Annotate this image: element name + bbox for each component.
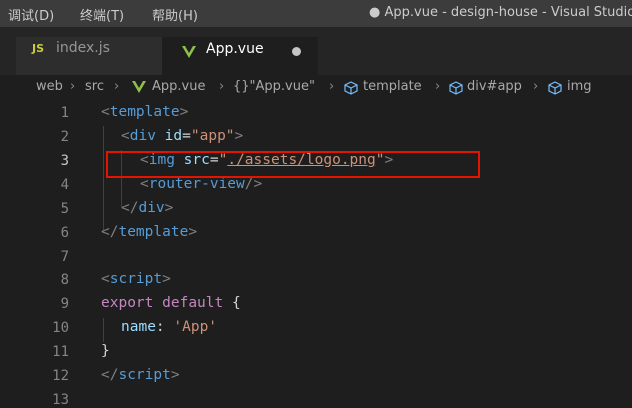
menu-debug[interactable]: 调试(D) <box>8 5 54 24</box>
vue-file-icon <box>182 43 196 62</box>
cube-icon <box>548 81 562 99</box>
chevron-right-icon: › <box>435 79 441 94</box>
line-number: 7 <box>60 249 69 265</box>
tab-label: index.js <box>56 40 110 56</box>
line-number: 6 <box>60 225 69 241</box>
tab-label: App.vue <box>206 41 264 57</box>
chevron-right-icon: › <box>219 79 225 94</box>
code-line: name: 'App' <box>121 319 218 335</box>
chevron-right-icon: › <box>533 79 539 94</box>
line-number: 9 <box>60 296 69 312</box>
js-file-icon: JS <box>32 42 45 55</box>
breadcrumb: web › src › App.vue › {}"App.vue" › temp… <box>0 75 632 102</box>
line-number-active: 3 <box>60 153 69 169</box>
breadcrumb-src[interactable]: src <box>85 79 104 94</box>
breadcrumb-module[interactable]: {}"App.vue" <box>233 79 315 94</box>
code-line: </div> <box>121 200 174 216</box>
line-number: 1 <box>60 105 69 121</box>
chevron-right-icon: › <box>114 79 120 94</box>
unsaved-dot-icon[interactable] <box>292 47 301 56</box>
code-line: <template> <box>101 104 189 120</box>
indent-guide <box>103 318 104 342</box>
code-editor[interactable]: 1 2 3 4 5 6 7 8 9 10 11 12 13 <template>… <box>0 102 632 408</box>
chevron-right-icon: › <box>70 79 76 94</box>
line-number: 10 <box>52 320 69 336</box>
cube-icon <box>449 81 463 99</box>
breadcrumb-web[interactable]: web <box>36 79 63 94</box>
indent-guide <box>103 126 104 231</box>
line-number: 13 <box>52 392 69 408</box>
code-line: } <box>101 343 110 359</box>
title-bar: 调试(D) 终端(T) 帮助(H) ● App.vue - design-hou… <box>0 0 632 27</box>
line-number: 8 <box>60 272 69 288</box>
vue-file-icon <box>132 81 146 97</box>
line-number: 4 <box>60 177 69 193</box>
breadcrumb-img[interactable]: img <box>567 79 592 94</box>
window-title: ● App.vue - design-house - Visual Studio <box>369 5 632 20</box>
tab-index-js[interactable]: JS index.js <box>16 37 162 75</box>
tab-bar: JS index.js App.vue <box>0 27 632 76</box>
code-line: <script> <box>101 271 171 287</box>
breadcrumb-app-vue[interactable]: App.vue <box>152 79 205 94</box>
breadcrumb-template[interactable]: template <box>363 79 422 94</box>
code-line: </template> <box>101 224 198 240</box>
menu-help[interactable]: 帮助(H) <box>152 5 198 24</box>
tab-app-vue[interactable]: App.vue <box>162 37 318 76</box>
breadcrumb-div-app[interactable]: div#app <box>467 79 522 94</box>
code-line: <div id="app"> <box>121 128 244 144</box>
code-line: <router-view/> <box>140 176 263 192</box>
line-number: 5 <box>60 201 69 217</box>
code-line: </script> <box>101 367 180 383</box>
line-number: 12 <box>52 368 69 384</box>
code-line: export default { <box>101 295 241 311</box>
menu-terminal[interactable]: 终端(T) <box>80 5 124 24</box>
line-number: 11 <box>52 344 69 360</box>
highlight-annotation-box <box>106 151 480 178</box>
chevron-right-icon: › <box>329 79 335 94</box>
line-number: 2 <box>60 129 69 145</box>
cube-icon <box>344 81 358 99</box>
